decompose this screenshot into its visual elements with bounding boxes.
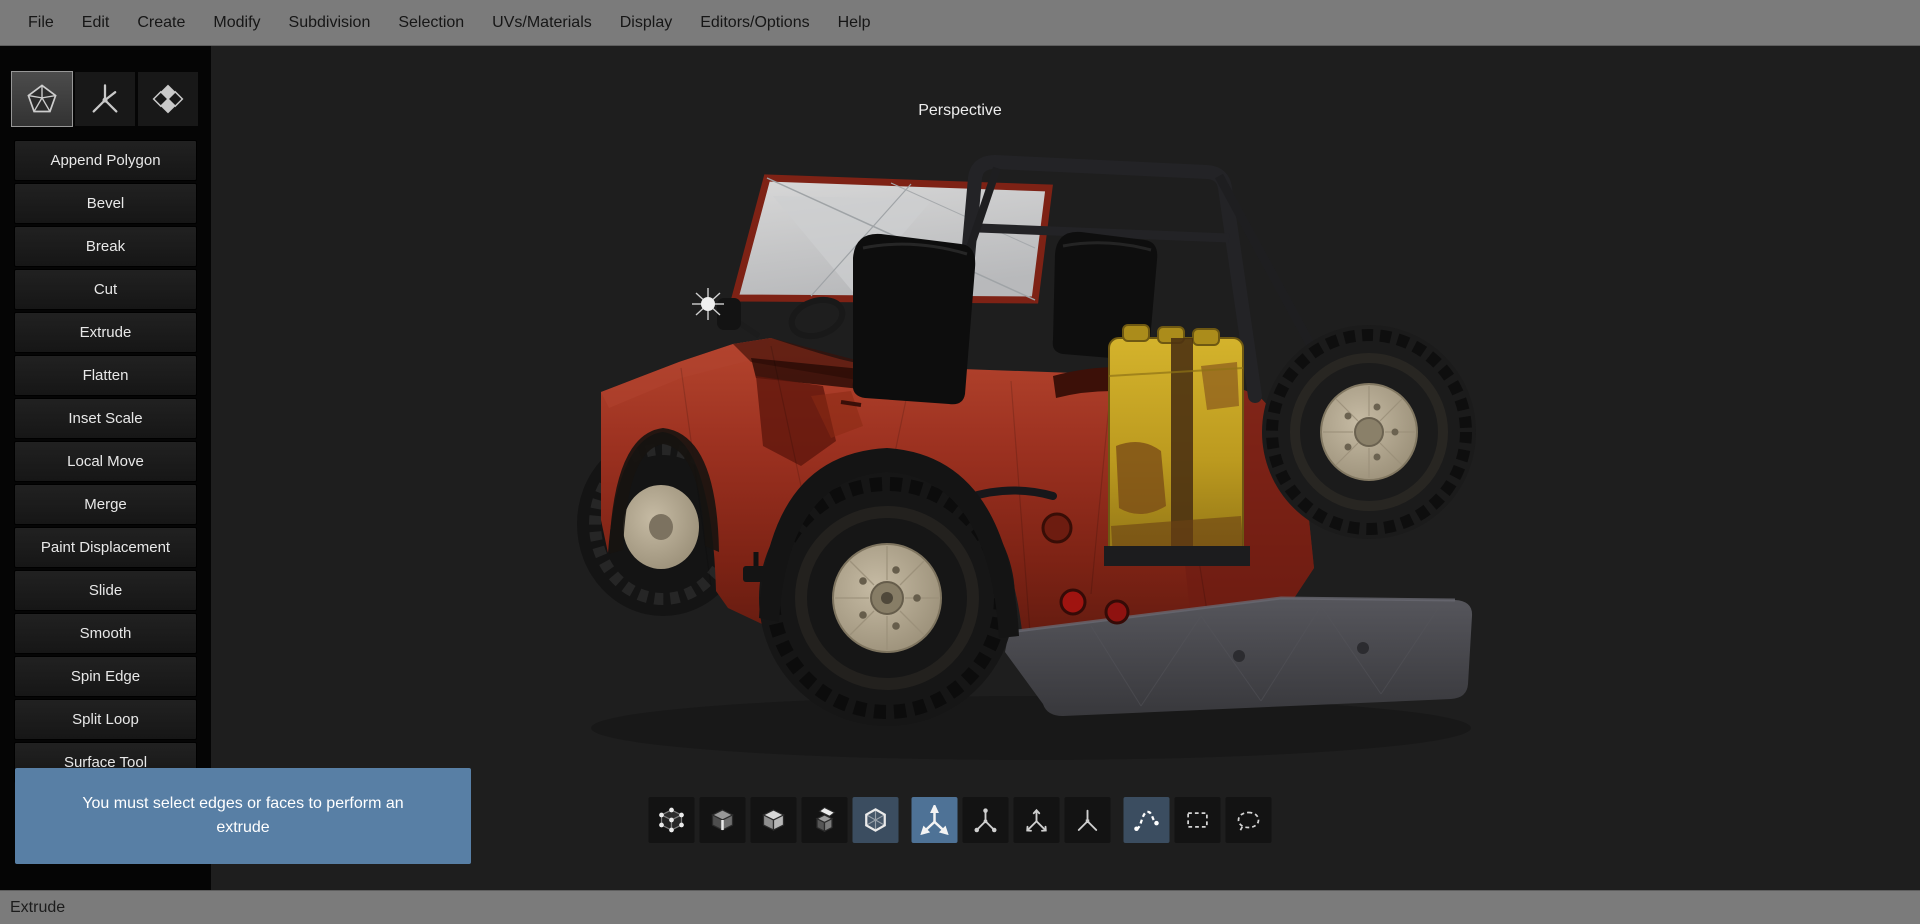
lasso-icon (1237, 811, 1260, 832)
menu-uvs-materials[interactable]: UVs/Materials (478, 14, 606, 32)
marquee-rect-icon (1187, 812, 1208, 828)
menu-file[interactable]: File (14, 14, 68, 32)
spare-tire (1262, 325, 1476, 539)
topology-tools-tab[interactable] (75, 72, 135, 126)
tool-merge[interactable]: Merge (14, 484, 197, 525)
menu-edit[interactable]: Edit (68, 14, 124, 32)
menu-create[interactable]: Create (123, 14, 199, 32)
tool-slide[interactable]: Slide (14, 570, 197, 611)
menu-subdivision[interactable]: Subdivision (275, 14, 385, 32)
viewport-3d[interactable]: Perspective (211, 46, 1920, 890)
axis-pivot-tool-button[interactable] (1064, 797, 1111, 843)
axis-star-icon (92, 84, 118, 113)
jerry-can (1104, 324, 1250, 566)
polygon-select-mode-button[interactable] (852, 797, 899, 843)
viewport-perspective-label: Perspective (918, 102, 1002, 119)
cube-edges-icon (711, 809, 734, 832)
polygon-tools-tab[interactable] (11, 71, 73, 127)
object-select-mode-button[interactable] (801, 797, 848, 843)
tool-local-move[interactable]: Local Move (14, 441, 197, 482)
tool-split-loop[interactable]: Split Loop (14, 699, 197, 740)
tool-inset-scale[interactable]: Inset Scale (14, 398, 197, 439)
wireframe-gem-icon (27, 84, 57, 113)
menu-editors-options[interactable]: Editors/Options (686, 14, 823, 32)
axis-dots-tool-button[interactable] (962, 797, 1009, 843)
rectangle-select-tool-button[interactable] (1174, 797, 1221, 843)
tool-bevel[interactable]: Bevel (14, 183, 197, 224)
jeep-model (577, 155, 1476, 760)
tool-cut[interactable]: Cut (14, 269, 197, 310)
edge-select-mode-button[interactable] (699, 797, 746, 843)
menu-modify[interactable]: Modify (199, 14, 274, 32)
menu-selection[interactable]: Selection (384, 14, 478, 32)
ground-shadow (591, 696, 1471, 760)
status-bar-text: Extrude (10, 898, 66, 916)
status-bar: Extrude (0, 890, 1920, 924)
menu-help[interactable]: Help (824, 14, 885, 32)
soft-selection-tool-button[interactable] (1123, 797, 1170, 843)
mode-tabs (0, 46, 211, 136)
face-select-mode-button[interactable] (750, 797, 797, 843)
tool-paint-displacement[interactable]: Paint Displacement (14, 527, 197, 568)
axis-arrows-icon (1026, 808, 1047, 832)
axis-dots-icon (974, 808, 997, 833)
tool-spin-edge[interactable]: Spin Edge (14, 656, 197, 697)
tool-append-polygon[interactable]: Append Polygon (14, 140, 197, 181)
move-tool-button[interactable] (911, 797, 958, 843)
scene-canvas[interactable] (211, 46, 1920, 890)
notification-message: You must select edges or faces to perfor… (82, 795, 404, 836)
menu-bar: File Edit Create Modify Subdivision Sele… (0, 0, 1920, 46)
notification-toast: You must select edges or faces to perfor… (15, 768, 471, 864)
axis-pivot-icon (1077, 809, 1098, 831)
axis-arrows-tool-button[interactable] (1013, 797, 1060, 843)
lasso-select-tool-button[interactable] (1225, 797, 1272, 843)
tool-list: Append Polygon Bevel Break Cut Extrude F… (0, 136, 211, 783)
menu-display[interactable]: Display (606, 14, 686, 32)
cube-object-icon (815, 806, 836, 833)
uv-tools-tab[interactable] (138, 72, 198, 126)
antenna-puff (692, 288, 724, 320)
tool-smooth[interactable]: Smooth (14, 613, 197, 654)
checker-diamond-icon (152, 84, 184, 114)
falloff-curve-icon (1134, 810, 1159, 831)
move-axis-icon (920, 805, 949, 835)
selection-shape-group (1123, 797, 1272, 843)
selection-mode-group (648, 797, 899, 843)
vertex-select-mode-button[interactable] (648, 797, 695, 843)
tool-extrude[interactable]: Extrude (14, 312, 197, 353)
tool-break[interactable]: Break (14, 226, 197, 267)
tool-panel: Append Polygon Bevel Break Cut Extrude F… (0, 46, 211, 890)
hexagon-icon (865, 808, 886, 832)
bottom-toolbar (648, 797, 1272, 843)
cube-faces-icon (762, 809, 785, 832)
tool-flatten[interactable]: Flatten (14, 355, 197, 396)
transform-tool-group (911, 797, 1111, 843)
cube-vertices-icon (659, 807, 684, 833)
